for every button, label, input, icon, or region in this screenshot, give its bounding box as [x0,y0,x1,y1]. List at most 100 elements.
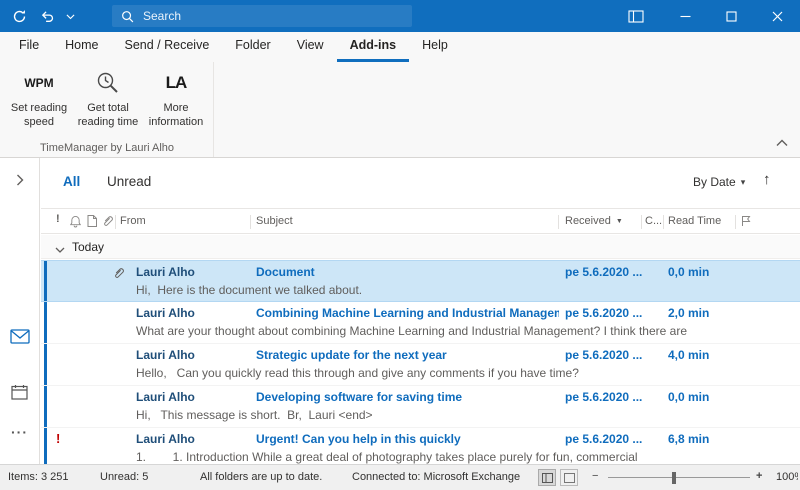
paperclip-icon [102,215,113,227]
read-time-column-header[interactable]: Read Time [668,215,721,227]
button-label: Get total reading time [76,102,140,130]
nav-more-button[interactable]: ··· [0,418,39,446]
magnifier-clock-icon [95,67,121,99]
la-logo-icon: LA [166,67,187,99]
ribbon-tab-bar: File Home Send / Receive Folder View Add… [0,32,800,62]
display-settings-button[interactable] [616,0,656,32]
message-received: pe 5.6.2020 ... [565,390,647,404]
zoom-percentage[interactable]: 100% [776,471,798,483]
message-subject: Urgent! Can you help in this quickly [256,432,559,446]
filter-tab-unread[interactable]: Unread [107,174,151,189]
attachment-icon [113,267,124,282]
undo-button[interactable] [34,3,60,29]
main-area: ··· All Unread By Date ▾ ↑ ! [0,158,800,464]
quick-access-toolbar [6,0,78,32]
tab-view[interactable]: View [284,32,337,62]
sync-icon [12,9,27,24]
status-bar: Items: 3 251 Unread: 5 All folders are u… [0,464,800,490]
more-information-button[interactable]: LA More information [143,67,209,141]
message-row[interactable]: Lauri Alho Document pe 5.6.2020 ... 0,0 … [41,260,800,302]
zoom-out-button[interactable]: − [592,470,598,482]
nav-calendar-button[interactable] [0,378,39,406]
group-header-today[interactable]: Today [41,235,800,259]
customize-quick-access-button[interactable] [62,3,78,29]
bell-icon [70,215,81,228]
reading-view-button[interactable] [560,469,578,486]
reminder-column-header[interactable] [70,215,81,231]
window-layout-icon [628,10,644,23]
message-subject: Strategic update for the next year [256,348,559,362]
received-label: Received [565,215,611,227]
message-preview: Hi, This message is short. Br, Lauri <en… [136,408,782,422]
maximize-button[interactable] [708,0,754,32]
message-preview: Hi, Here is the document we talked about… [136,283,782,297]
sort-by-dropdown[interactable]: By Date ▾ [693,175,745,189]
attachment-column-header[interactable] [102,215,113,230]
tab-home[interactable]: Home [52,32,111,62]
from-column-header[interactable]: From [120,215,146,227]
unread-indicator [44,261,47,301]
tab-send-receive[interactable]: Send / Receive [112,32,223,62]
categories-column-header[interactable]: C... [645,215,662,227]
message-preview: Hello, Can you quickly read this through… [136,366,782,380]
mail-icon [10,329,30,344]
tab-help[interactable]: Help [409,32,461,62]
message-row[interactable]: ! Lauri Alho Urgent! Can you help in thi… [41,428,800,464]
search-input[interactable]: Search [112,5,412,27]
message-row[interactable]: Lauri Alho Developing software for savin… [41,386,800,428]
importance-column-header[interactable]: ! [56,213,60,225]
message-received: pe 5.6.2020 ... [565,306,647,320]
close-button[interactable] [754,0,800,32]
subject-column-header[interactable]: Subject [256,215,293,227]
message-list: Lauri Alho Document pe 5.6.2020 ... 0,0 … [41,260,800,464]
window-controls [616,0,800,32]
sort-direction-button[interactable]: ↑ [763,171,771,188]
button-label: More information [143,102,209,130]
message-subject: Developing software for saving time [256,390,559,404]
message-received: pe 5.6.2020 ... [565,348,647,362]
undo-icon [40,9,55,24]
send-receive-refresh-button[interactable] [6,3,32,29]
unread-indicator [44,386,47,427]
item-type-column-header[interactable] [87,215,97,230]
message-read-time: 0,0 min [668,265,738,279]
get-total-reading-time-button[interactable]: Get total reading time [76,67,140,141]
column-separator [641,215,642,229]
outlook-window: Search File Home Send / Receive Folder V… [0,0,800,490]
message-from: Lauri Alho [136,265,251,279]
expand-folder-pane-button[interactable] [0,166,39,194]
ribbon-group-timemanager: WPM Set reading speed Get total reading … [0,62,214,157]
minimize-button[interactable] [662,0,708,32]
column-header-row: ! From Subject Received ▼ C... Read Time [41,208,800,234]
connection-status: Connected to: Microsoft Exchange [352,471,520,483]
chevron-up-icon [776,139,788,147]
nav-mail-button[interactable] [0,322,39,350]
tab-folder[interactable]: Folder [222,32,283,62]
filter-tab-all[interactable]: All [63,174,80,189]
zoom-in-button[interactable]: + [756,470,762,482]
message-preview: What are your thought about combining Ma… [136,324,782,338]
tab-add-ins[interactable]: Add-ins [337,32,410,62]
chevron-down-icon: ▾ [741,177,746,188]
tab-file[interactable]: File [6,32,52,62]
message-row[interactable]: Lauri Alho Strategic update for the next… [41,344,800,386]
normal-view-button[interactable] [538,469,556,486]
unread-indicator [44,428,47,464]
zoom-slider-handle[interactable] [672,472,676,484]
flag-column-header[interactable] [741,215,751,230]
message-subject: Combining Machine Learning and Industria… [256,306,559,320]
column-separator [558,215,559,229]
received-column-header[interactable]: Received ▼ [565,215,623,227]
collapse-ribbon-button[interactable] [776,136,788,150]
unread-indicator [44,344,47,385]
column-separator [735,215,736,229]
ribbon-group-label: TimeManager by Lauri Alho [0,142,214,154]
folders-status: All folders are up to date. [200,471,322,483]
message-row[interactable]: Lauri Alho Combining Machine Learning an… [41,302,800,344]
message-read-time: 0,0 min [668,390,738,404]
set-reading-speed-button[interactable]: WPM Set reading speed [6,67,72,141]
message-read-time: 2,0 min [668,306,738,320]
zoom-slider[interactable] [608,477,750,478]
ellipsis-icon: ··· [11,424,28,440]
navigation-sidebar: ··· [0,158,40,464]
